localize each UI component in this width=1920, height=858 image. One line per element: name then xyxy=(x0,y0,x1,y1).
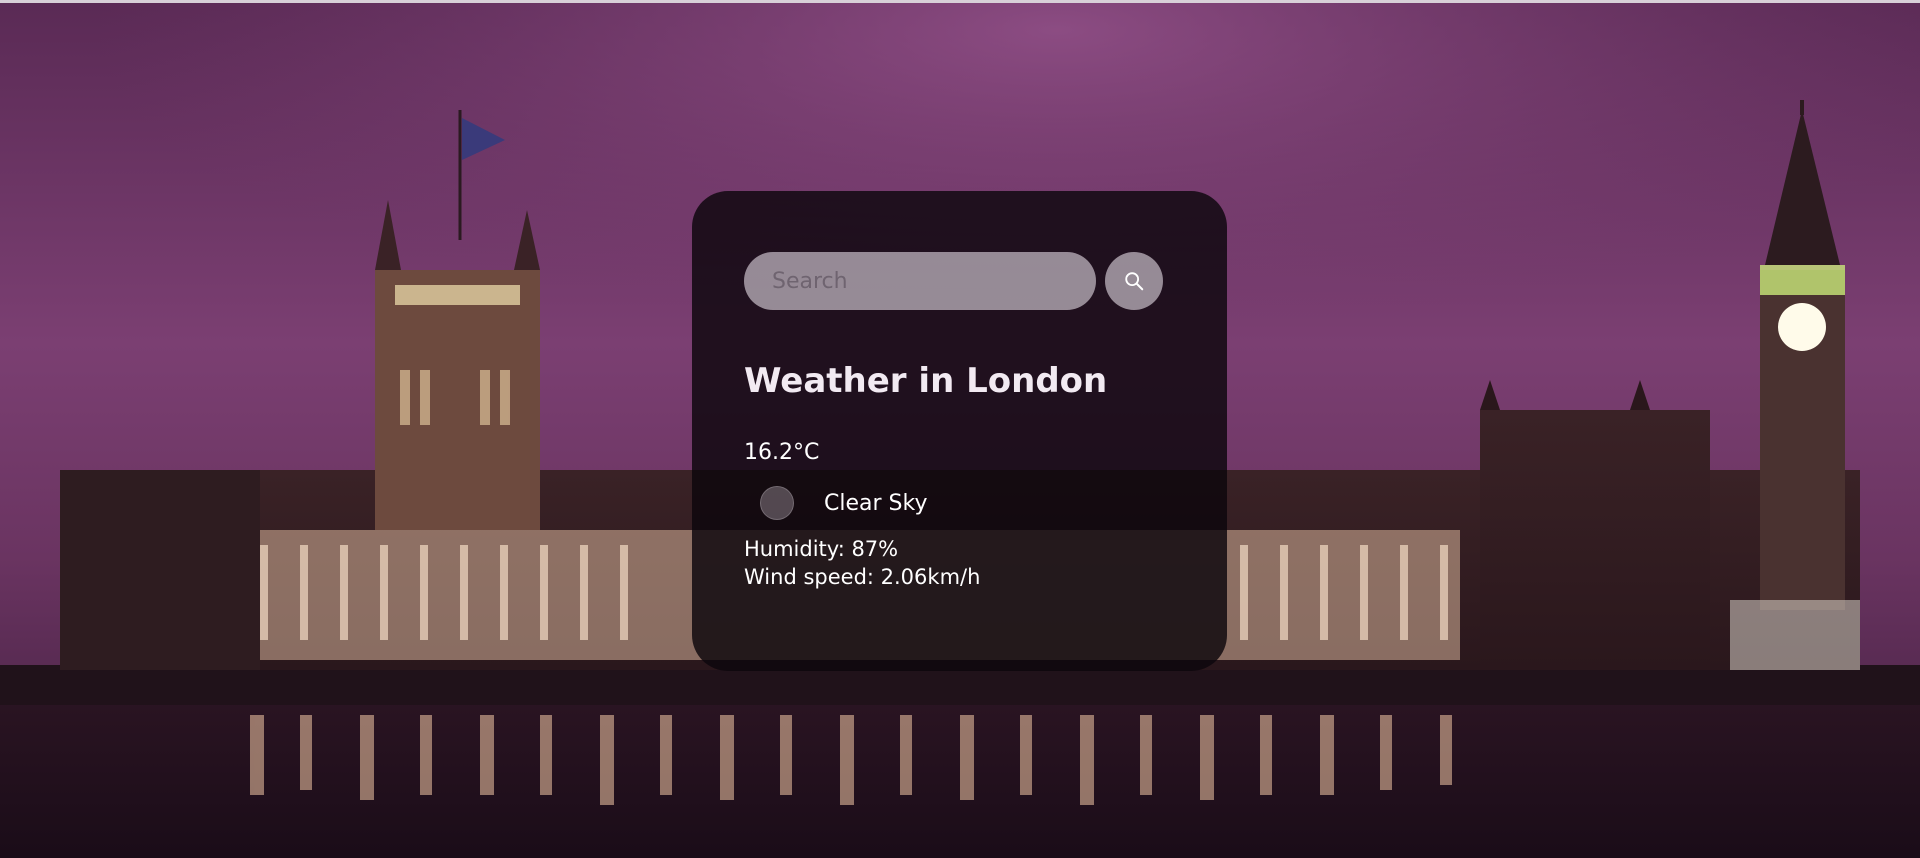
weather-card: Weather in London 16.2°C Clear Sky Humid… xyxy=(692,191,1227,671)
temperature: 16.2°C xyxy=(744,440,820,466)
search-input[interactable] xyxy=(744,252,1096,310)
search-icon xyxy=(1125,272,1144,291)
humidity: Humidity: 87% xyxy=(744,537,899,562)
weather-condition: Clear Sky xyxy=(744,486,1175,521)
weather-description: Clear Sky xyxy=(824,490,928,516)
wind-speed: Wind speed: 2.06km/h xyxy=(744,564,981,589)
weather-condition-icon xyxy=(760,486,794,521)
search-bar xyxy=(744,252,1175,310)
city-title: Weather in London xyxy=(744,361,1108,401)
search-button[interactable] xyxy=(1105,252,1163,310)
